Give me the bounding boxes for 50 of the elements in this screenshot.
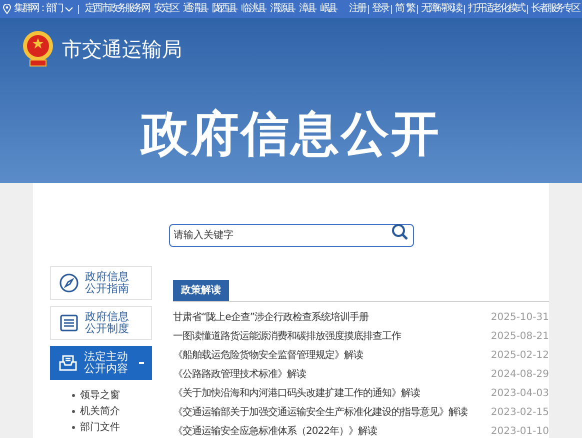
bullet-icon: [72, 426, 75, 429]
top-link[interactable]: 通渭县: [183, 4, 207, 14]
nav-item[interactable]: 政府信息公开制度: [50, 306, 152, 340]
news-date: 2024-08-29: [490, 368, 549, 382]
top-link[interactable]: 繁: [406, 4, 414, 14]
search-field[interactable]: 请输入关键字: [168, 224, 414, 247]
top-link[interactable]: 岷县: [320, 4, 336, 14]
news-link[interactable]: 甘肃省“陇上e企查”涉企行政检查系统培训手册: [173, 310, 369, 325]
news-date: 2023-02-15: [490, 406, 549, 420]
news-link[interactable]: 《交通运输部关于加强交通运输安全生产标准化建设的指导意见》解读: [173, 405, 468, 420]
page-title: 政府信息公开: [141, 105, 441, 164]
chevron-down-icon[interactable]: [65, 6, 73, 12]
bullet-icon: [72, 410, 75, 413]
site-name: 市交通运输局: [62, 36, 182, 63]
top-link[interactable]: 打开适老化模式: [468, 4, 524, 14]
news-link[interactable]: 一图读懂道路货运能源消费和碳排放强度摸底排查工作: [173, 329, 401, 344]
top-link[interactable]: 长者服务专区: [531, 4, 579, 14]
nav-subitem[interactable]: 领导之窗: [80, 390, 120, 401]
section-tab[interactable]: 政策解读: [173, 280, 229, 301]
inbox-icon: [58, 353, 78, 373]
nav-item[interactable]: 政府信息公开指南: [50, 266, 152, 300]
news-date: 2025-08-21: [490, 330, 549, 344]
top-link[interactable]: 注册: [349, 4, 365, 14]
emblem-icon: [22, 30, 54, 68]
news-link[interactable]: 《船舶载运危险货物安全监督管理规定》解读: [173, 348, 363, 363]
news-date: 2025-10-31: [490, 311, 549, 325]
top-link[interactable]: 无障碍阅读: [421, 4, 461, 14]
compass-icon: [59, 273, 79, 293]
location-selector[interactable]: 集群网：部门: [14, 4, 62, 14]
top-link[interactable]: 漳县: [299, 4, 315, 14]
search-icon[interactable]: [390, 223, 408, 241]
bullet-icon: [72, 394, 75, 397]
top-link[interactable]: 临洮县: [241, 4, 265, 14]
news-link[interactable]: 《公路路政管理技术标准》解读: [173, 367, 306, 382]
nav-item[interactable]: 法定主动公开内容: [50, 346, 152, 380]
top-link[interactable]: 渭源县: [270, 4, 294, 14]
nav-subitem[interactable]: 机关简介: [80, 406, 120, 417]
nav-subitem[interactable]: 部门文件: [80, 422, 120, 433]
top-link[interactable]: 定西市政务服务网: [85, 4, 149, 14]
top-link[interactable]: 登录: [372, 4, 388, 14]
news-link[interactable]: 《关于加快沿海和内河港口码头改建扩建工作的通知》解读: [173, 386, 420, 401]
news-date: 2023-04-03: [490, 387, 549, 401]
top-link[interactable]: 简: [395, 4, 403, 14]
news-date: 2023-01-10: [490, 425, 549, 438]
location-pin-icon: [3, 4, 11, 14]
news-date: 2025-02-12: [490, 349, 549, 363]
top-link[interactable]: 安定区: [154, 4, 178, 14]
document-list-icon: [59, 313, 79, 333]
top-link[interactable]: 陇西县: [212, 4, 236, 14]
news-link[interactable]: 《交通运输安全应急标准体系（2022年）》解读: [173, 424, 377, 438]
